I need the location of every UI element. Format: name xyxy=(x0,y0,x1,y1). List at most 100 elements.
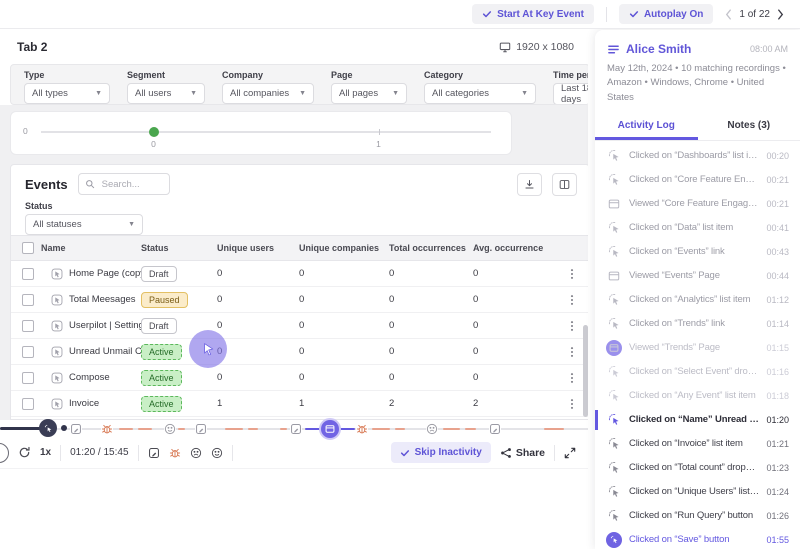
activity-log-item[interactable]: Viewed “Trends” Page 01:15 xyxy=(595,336,800,360)
total-occurrences-value: 0 xyxy=(389,372,473,383)
activity-log-item[interactable]: Clicked on “Save” button 01:55 xyxy=(595,528,800,549)
row-menu-button[interactable] xyxy=(570,372,574,384)
row-checkbox[interactable] xyxy=(22,346,34,358)
event-table-row[interactable]: Home Page (copy) Draft 0 0 0 0 xyxy=(11,261,588,287)
filter-select[interactable]: All companies ▼ xyxy=(222,83,314,104)
activity-log-item[interactable]: Clicked on “Invoice” list item 01:21 xyxy=(595,432,800,456)
event-table-row[interactable]: Userpilot | Settings Draft 0 0 0 0 xyxy=(11,313,588,339)
row-checkbox[interactable] xyxy=(22,372,34,384)
activity-log-item[interactable]: Clicked on “Data” list item 00:41 xyxy=(595,216,800,240)
start-at-key-event-button[interactable]: Start At Key Event xyxy=(472,4,594,24)
chevron-right-icon[interactable] xyxy=(777,9,784,20)
activity-log-item[interactable]: Clicked on “Unique Users” list item 01:2… xyxy=(595,480,800,504)
inactivity-segment xyxy=(119,428,133,431)
speed-button[interactable]: 1x xyxy=(40,447,51,458)
row-menu-button[interactable] xyxy=(570,294,574,306)
row-menu-button[interactable] xyxy=(570,346,574,358)
activity-log-item[interactable]: Clicked on “Trends” link 01:14 xyxy=(595,312,800,336)
activity-timestamp: 01:24 xyxy=(766,487,789,497)
note-marker-icon[interactable] xyxy=(195,422,207,440)
event-table-row[interactable]: Compose Active 0 0 0 0 xyxy=(11,365,588,391)
filter-select[interactable]: All users ▼ xyxy=(127,83,205,104)
table-scrollbar[interactable] xyxy=(583,325,588,417)
col-total-occurrences: Total occurrences xyxy=(389,243,473,253)
chevron-left-icon[interactable] xyxy=(725,9,732,20)
skip-inactivity-toggle[interactable]: Skip Inactivity xyxy=(391,442,491,463)
playback-timeline[interactable] xyxy=(0,420,588,437)
activity-log-item[interactable]: Clicked on “Name” Unread Email C... 01:2… xyxy=(595,408,800,432)
check-icon xyxy=(482,9,492,19)
filter-select[interactable]: Last 180 days ▼ xyxy=(553,83,588,105)
sad-marker-icon[interactable] xyxy=(426,422,438,440)
autoplay-toggle-button[interactable]: Autoplay On xyxy=(619,4,713,24)
tab-title: Tab 2 xyxy=(17,40,47,54)
event-table-row[interactable]: Invoice Active 1 1 2 2 xyxy=(11,391,588,417)
row-menu-button[interactable] xyxy=(570,320,574,332)
timeline-dot[interactable] xyxy=(61,425,67,431)
add-note-button[interactable] xyxy=(148,447,160,459)
note-marker-icon[interactable] xyxy=(70,422,82,440)
filter-select-value: All users xyxy=(135,88,171,99)
avg-occurrence-value: 0 xyxy=(473,372,555,383)
columns-button[interactable] xyxy=(552,173,577,196)
session-sidebar: Alice Smith 08:00 AM May 12th, 2024 • 10… xyxy=(595,30,800,549)
current-position-marker[interactable] xyxy=(39,419,57,437)
bug-marker-icon[interactable] xyxy=(101,422,113,440)
range-slider-card: 0 0 1 xyxy=(10,111,512,155)
report-bug-button[interactable] xyxy=(169,447,181,459)
row-menu-button[interactable] xyxy=(570,268,574,280)
session-cursor-indicator xyxy=(189,330,227,368)
happy-reaction-button[interactable] xyxy=(211,447,223,459)
click-icon xyxy=(606,532,622,548)
happy-marker-icon[interactable] xyxy=(164,422,176,440)
activity-log-item[interactable]: Clicked on “Dashboards” list item 00:20 xyxy=(595,144,800,168)
user-name[interactable]: Alice Smith xyxy=(626,42,691,56)
note-marker-icon[interactable] xyxy=(489,422,501,440)
slider-track[interactable]: 0 1 xyxy=(41,131,491,133)
row-checkbox[interactable] xyxy=(22,294,34,306)
row-checkbox[interactable] xyxy=(22,320,34,332)
share-button[interactable]: Share xyxy=(500,447,545,459)
activity-log-item[interactable]: Clicked on “Any Event” list item 01:18 xyxy=(595,384,800,408)
activity-log-item[interactable]: Clicked on “Analytics” list item 01:12 xyxy=(595,288,800,312)
activity-log-item[interactable]: Clicked on “Total count” dropdown 01:23 xyxy=(595,456,800,480)
activity-timestamp: 01:18 xyxy=(766,391,789,401)
events-search-input[interactable] xyxy=(100,178,163,191)
activity-log-item[interactable]: Clicked on “Events” link 00:43 xyxy=(595,240,800,264)
event-type-icon xyxy=(51,294,63,306)
slider-handle[interactable] xyxy=(149,127,159,137)
tab-notes-3-[interactable]: Notes (3) xyxy=(698,112,800,140)
activity-log-item[interactable]: Clicked on “Select Event” dropdown 01:16 xyxy=(595,360,800,384)
sad-reaction-button[interactable] xyxy=(190,447,202,459)
filter-select[interactable]: All pages ▼ xyxy=(331,83,407,104)
active-pageview-marker[interactable] xyxy=(319,418,341,440)
tab-activity-log[interactable]: Activity Log xyxy=(595,112,698,140)
select-all-checkbox[interactable] xyxy=(22,242,34,254)
inactivity-segment xyxy=(465,428,476,431)
activity-log-item[interactable]: Clicked on “Run Query” button 01:26 xyxy=(595,504,800,528)
event-table-row[interactable]: Unread Unmail Click Active 0 0 0 0 xyxy=(11,339,588,365)
slider-handle-label: 0 xyxy=(151,139,156,149)
row-checkbox[interactable] xyxy=(22,268,34,280)
row-menu-button[interactable] xyxy=(570,398,574,410)
bug-marker-icon[interactable] xyxy=(356,422,368,440)
filter-select[interactable]: All categories ▼ xyxy=(424,83,536,104)
fullscreen-icon[interactable] xyxy=(564,447,576,459)
rewind-icon[interactable] xyxy=(18,446,31,459)
activity-log-item[interactable]: Viewed “Events” Page 00:44 xyxy=(595,264,800,288)
event-name: Invoice xyxy=(69,398,99,409)
click-icon xyxy=(606,364,622,380)
status-select[interactable]: All statuses ▼ xyxy=(25,214,143,235)
event-table-row[interactable]: Total Meesages Paused 0 0 0 0 xyxy=(11,287,588,313)
recordings-list-icon[interactable] xyxy=(607,43,620,56)
note-marker-icon[interactable] xyxy=(290,422,302,440)
events-table-body: Home Page (copy) Draft 0 0 0 0 Total Mee… xyxy=(11,261,588,420)
activity-log-item[interactable]: Clicked on “Core Feature Engagem... 00:2… xyxy=(595,168,800,192)
play-pause-button[interactable] xyxy=(0,443,9,463)
col-name: Name xyxy=(41,243,141,253)
filter-label: Time period xyxy=(553,70,588,80)
export-button[interactable] xyxy=(517,173,542,196)
row-checkbox[interactable] xyxy=(22,398,34,410)
filter-select[interactable]: All types ▼ xyxy=(24,83,110,104)
activity-log-item[interactable]: Viewed “Core Feature Engagment” 00:21 xyxy=(595,192,800,216)
